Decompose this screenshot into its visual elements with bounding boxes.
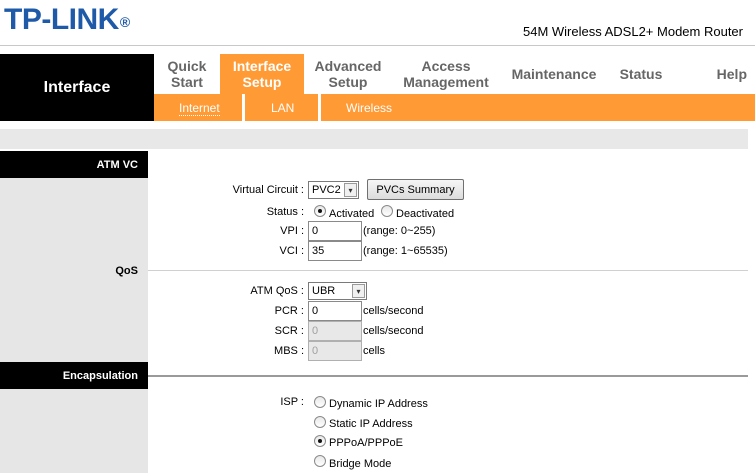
main-nav: Quick Start Interface Setup Advanced Set… [154,54,755,94]
tp-link-logo: TP-LINK® [4,3,130,36]
chevron-down-icon: ▾ [352,284,365,298]
spacer-bar [0,129,748,149]
model-name: 54M Wireless ADSL2+ Modem Router [522,24,743,39]
section-encapsulation: Encapsulation [0,362,148,389]
atm-qos-label: ATM QoS : [250,285,304,297]
vci-range: (range: 1~65535) [363,245,448,257]
divider [148,375,748,377]
mbs-label: MBS : [274,345,304,357]
pcr-input[interactable]: 0 [308,301,362,321]
section-qos: QoS [115,265,138,277]
mbs-unit: cells [363,345,386,357]
status-deactivated-radio[interactable] [381,205,393,217]
nav-quick-start[interactable]: Quick Start [154,54,220,94]
status-label: Status : [266,206,304,218]
vpi-range: (range: 0~255) [363,225,436,237]
virtual-circuit-label: Virtual Circuit : [232,184,304,196]
isp-dynamic-ip-radio[interactable] [314,396,326,408]
scr-input[interactable]: 0 [308,321,362,341]
subnav-lan[interactable]: LAN [271,101,294,115]
isp-bridge-mode-label: Bridge Mode [329,458,392,470]
section-sidebar [0,151,148,473]
scr-label: SCR : [274,325,304,337]
subnav-wireless[interactable]: Wireless [346,101,392,115]
subnav-separator [318,94,321,121]
isp-dynamic-ip-label: Dynamic IP Address [329,398,428,410]
subnav-internet[interactable]: Internet [179,101,220,116]
nav-interface-setup[interactable]: Interface Setup [220,54,304,94]
header-divider [0,45,755,46]
isp-pppoa-pppoe-radio[interactable] [314,435,326,447]
pcr-unit: cells/second [363,305,424,317]
nav-status[interactable]: Status [608,54,674,94]
page-title: Interface [0,54,154,121]
nav-access-management[interactable]: Access Management [392,54,500,94]
vpi-input[interactable]: 0 [308,221,362,241]
section-atm-vc: ATM VC [0,151,148,178]
nav-maintenance[interactable]: Maintenance [500,54,608,94]
subnav-separator [242,94,245,121]
sub-nav: Internet LAN Wireless [154,94,755,121]
virtual-circuit-select[interactable]: PVC2 ▾ [308,181,359,199]
nav-help[interactable]: Help [674,54,755,94]
isp-bridge-mode-radio[interactable] [314,455,326,467]
atm-qos-select[interactable]: UBR ▾ [308,282,367,300]
isp-pppoa-pppoe-label: PPPoA/PPPoE [329,437,403,449]
pcr-label: PCR : [274,305,304,317]
scr-unit: cells/second [363,325,424,337]
isp-static-ip-radio[interactable] [314,416,326,428]
status-deactivated-label: Deactivated [396,208,455,220]
mbs-input[interactable]: 0 [308,341,362,361]
pvcs-summary-button[interactable]: PVCs Summary [367,179,464,200]
isp-label: ISP : [280,396,304,408]
status-activated-label: Activated [329,208,375,220]
divider [148,270,748,271]
chevron-down-icon: ▾ [344,183,357,197]
vci-label: VCI : [279,245,304,257]
status-activated-radio[interactable] [314,205,326,217]
vci-input[interactable]: 35 [308,241,362,261]
isp-static-ip-label: Static IP Address [329,418,413,430]
vpi-label: VPI : [280,225,304,237]
nav-advanced-setup[interactable]: Advanced Setup [304,54,392,94]
